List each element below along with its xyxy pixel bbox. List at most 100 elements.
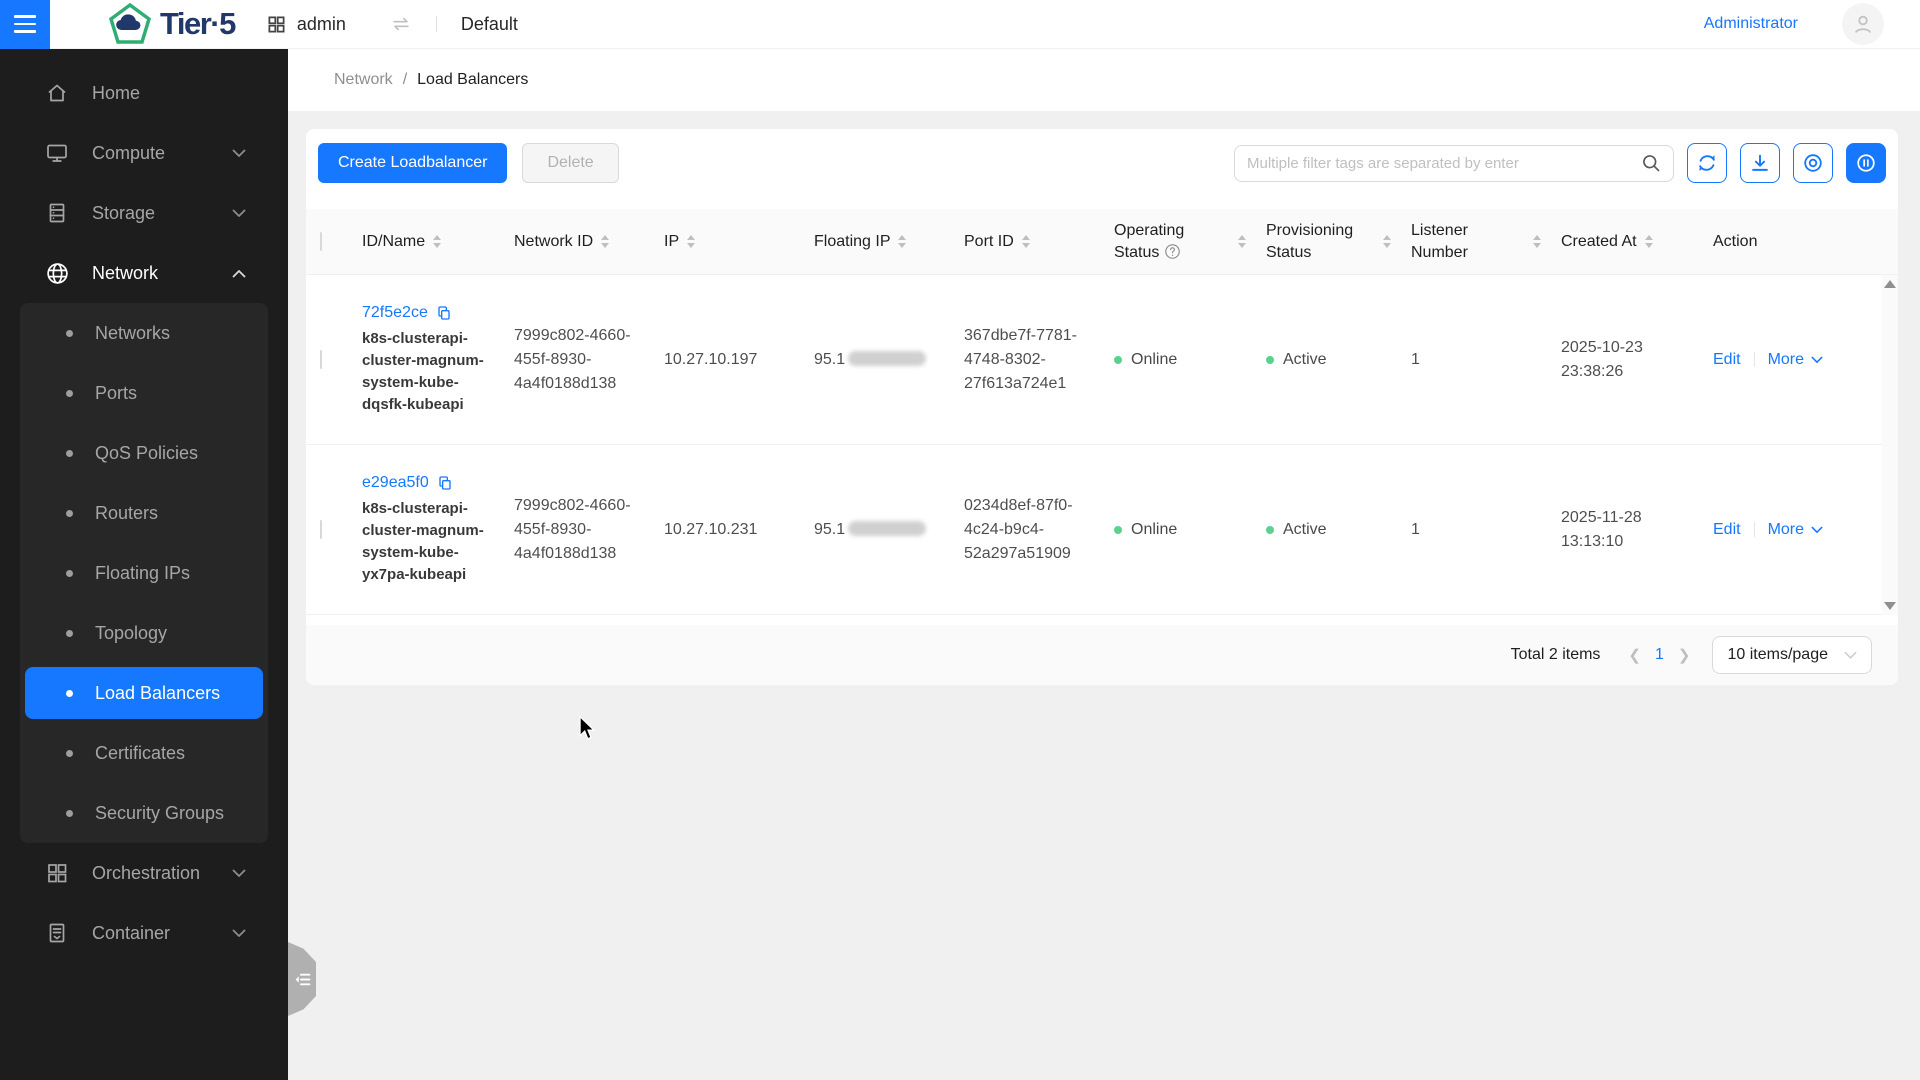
sidebar-item-home[interactable]: Home — [0, 63, 288, 123]
loadbalancer-name: k8s-clusterapi-cluster-magnum-system-kub… — [362, 329, 484, 413]
watch-columns-button[interactable] — [1793, 143, 1833, 183]
scroll-up-icon[interactable] — [1884, 280, 1896, 288]
status-dot-icon — [1114, 355, 1122, 364]
bullet-icon — [66, 509, 73, 517]
col-provisioning-status: Provisioning Status — [1266, 221, 1354, 261]
page-size-select[interactable]: 10 items/page — [1712, 636, 1872, 674]
switch-project-button[interactable] — [390, 13, 412, 35]
loadbalancer-id-link[interactable]: 72f5e2ce — [362, 304, 452, 322]
sidebar-item-ports[interactable]: Ports — [20, 363, 268, 423]
bullet-icon — [66, 809, 73, 817]
edit-link[interactable]: Edit — [1713, 351, 1741, 369]
sidebar-item-compute[interactable]: Compute — [0, 123, 288, 183]
search-input[interactable] — [1247, 154, 1641, 172]
provisioning-status-badge: Active — [1266, 521, 1391, 539]
table-row: e29ea5f0 k8s-clusterapi-cluster-magnum-s… — [306, 445, 1898, 615]
project-switcher[interactable]: admin — [267, 14, 346, 35]
delete-button[interactable]: Delete — [522, 143, 619, 183]
prev-page-button[interactable]: ❮ — [1622, 646, 1647, 664]
copy-icon[interactable] — [436, 305, 452, 321]
action-divider — [1753, 522, 1755, 537]
select-all-checkbox[interactable] — [320, 231, 322, 251]
next-page-button[interactable]: ❯ — [1672, 646, 1697, 664]
operating-status-badge: Online — [1114, 351, 1246, 369]
created-at-cell: 2025-10-23 23:38:26 — [1561, 338, 1643, 380]
sidebar-item-container[interactable]: Container — [0, 903, 288, 963]
ip-cell: 10.27.10.231 — [664, 520, 758, 538]
sidebar-item-networks[interactable]: Networks — [20, 303, 268, 363]
sidebar-item-topology[interactable]: Topology — [20, 603, 268, 663]
redacted-floating-ip — [848, 350, 927, 366]
row-checkbox[interactable] — [320, 519, 322, 539]
loadbalancer-name: k8s-clusterapi-cluster-magnum-system-kub… — [362, 499, 484, 583]
status-dot-icon — [1266, 525, 1274, 534]
avatar[interactable] — [1842, 3, 1884, 45]
floating-ip-cell: 95.1 — [814, 348, 964, 372]
sidebar-item-floating-ips[interactable]: Floating IPs — [20, 543, 268, 603]
more-link[interactable]: More — [1768, 351, 1823, 369]
refresh-icon — [1699, 155, 1715, 172]
administrator-link[interactable]: Administrator — [1704, 15, 1798, 33]
loadbalancer-id-link[interactable]: e29ea5f0 — [362, 474, 453, 492]
search-icon[interactable] — [1641, 153, 1661, 173]
hamburger-menu-button[interactable] — [0, 0, 50, 49]
sort-operating-status[interactable] — [1238, 235, 1246, 248]
globe-icon — [44, 260, 70, 286]
more-link[interactable]: More — [1768, 521, 1823, 539]
action-cell: Edit More — [1713, 351, 1898, 369]
provisioning-status-badge: Active — [1266, 351, 1391, 369]
topbar: Tier·5 admin Default Administrator — [0, 0, 1920, 49]
listener-number-cell: 1 — [1411, 350, 1420, 368]
sort-id-name[interactable] — [433, 235, 442, 248]
download-button[interactable] — [1740, 143, 1780, 183]
sort-provisioning-status[interactable] — [1383, 235, 1391, 248]
document-icon — [44, 920, 70, 946]
sidebar-item-orchestration[interactable]: Orchestration — [0, 843, 288, 903]
help-icon[interactable] — [1164, 243, 1181, 260]
create-loadbalancer-button[interactable]: Create Loadbalancer — [318, 143, 508, 183]
sidebar-item-storage[interactable]: Storage — [0, 183, 288, 243]
col-listener-number: Listener Number — [1411, 221, 1468, 261]
sort-listener-number[interactable] — [1533, 235, 1541, 248]
bullet-icon — [66, 749, 73, 757]
action-divider — [1753, 352, 1755, 367]
sidebar-item-certificates[interactable]: Certificates — [20, 723, 268, 783]
auto-refresh-pause-button[interactable] — [1846, 143, 1886, 183]
home-icon — [44, 80, 70, 106]
table-scrollbar[interactable] — [1882, 275, 1898, 615]
sidebar-item-routers[interactable]: Routers — [20, 483, 268, 543]
table-body: 72f5e2ce k8s-clusterapi-cluster-magnum-s… — [306, 275, 1898, 615]
sidebar-item-security-groups[interactable]: Security Groups — [20, 783, 268, 843]
status-dot-icon — [1114, 525, 1122, 534]
sidebar-item-network[interactable]: Network — [0, 243, 288, 303]
sort-network-id[interactable] — [601, 235, 610, 248]
created-at-cell: 2025-11-28 13:13:10 — [1561, 508, 1642, 550]
col-floating-ip: Floating IP — [814, 232, 891, 250]
brand-name: Tier·5 — [160, 6, 236, 41]
scroll-down-icon[interactable] — [1884, 602, 1896, 610]
sidebar-item-qos-policies[interactable]: QoS Policies — [20, 423, 268, 483]
sort-port-id[interactable] — [1021, 235, 1030, 248]
chevron-down-icon — [232, 209, 246, 218]
page-number[interactable]: 1 — [1647, 646, 1672, 664]
bullet-icon — [66, 569, 73, 577]
row-checkbox[interactable] — [320, 349, 322, 369]
action-cell: Edit More — [1713, 521, 1898, 539]
refresh-button[interactable] — [1687, 143, 1727, 183]
sidebar-item-load-balancers[interactable]: Load Balancers — [25, 667, 263, 719]
sidebar-collapse-handle[interactable] — [288, 942, 316, 1016]
tier5-emblem-icon — [108, 3, 152, 44]
edit-link[interactable]: Edit — [1713, 521, 1741, 539]
breadcrumb-network-link[interactable]: Network — [334, 71, 393, 89]
floating-ip-cell: 95.1 — [814, 518, 964, 542]
bullet-icon — [66, 629, 73, 637]
grid-icon — [268, 16, 285, 32]
chevron-down-icon — [232, 929, 246, 938]
col-network-id: Network ID — [514, 232, 594, 250]
filter-search-box[interactable] — [1234, 144, 1674, 182]
sort-ip[interactable] — [687, 235, 696, 248]
copy-icon[interactable] — [437, 475, 453, 491]
sort-floating-ip[interactable] — [898, 235, 907, 248]
sort-created-at[interactable] — [1644, 235, 1653, 248]
total-items-label: Total 2 items — [1510, 646, 1601, 663]
